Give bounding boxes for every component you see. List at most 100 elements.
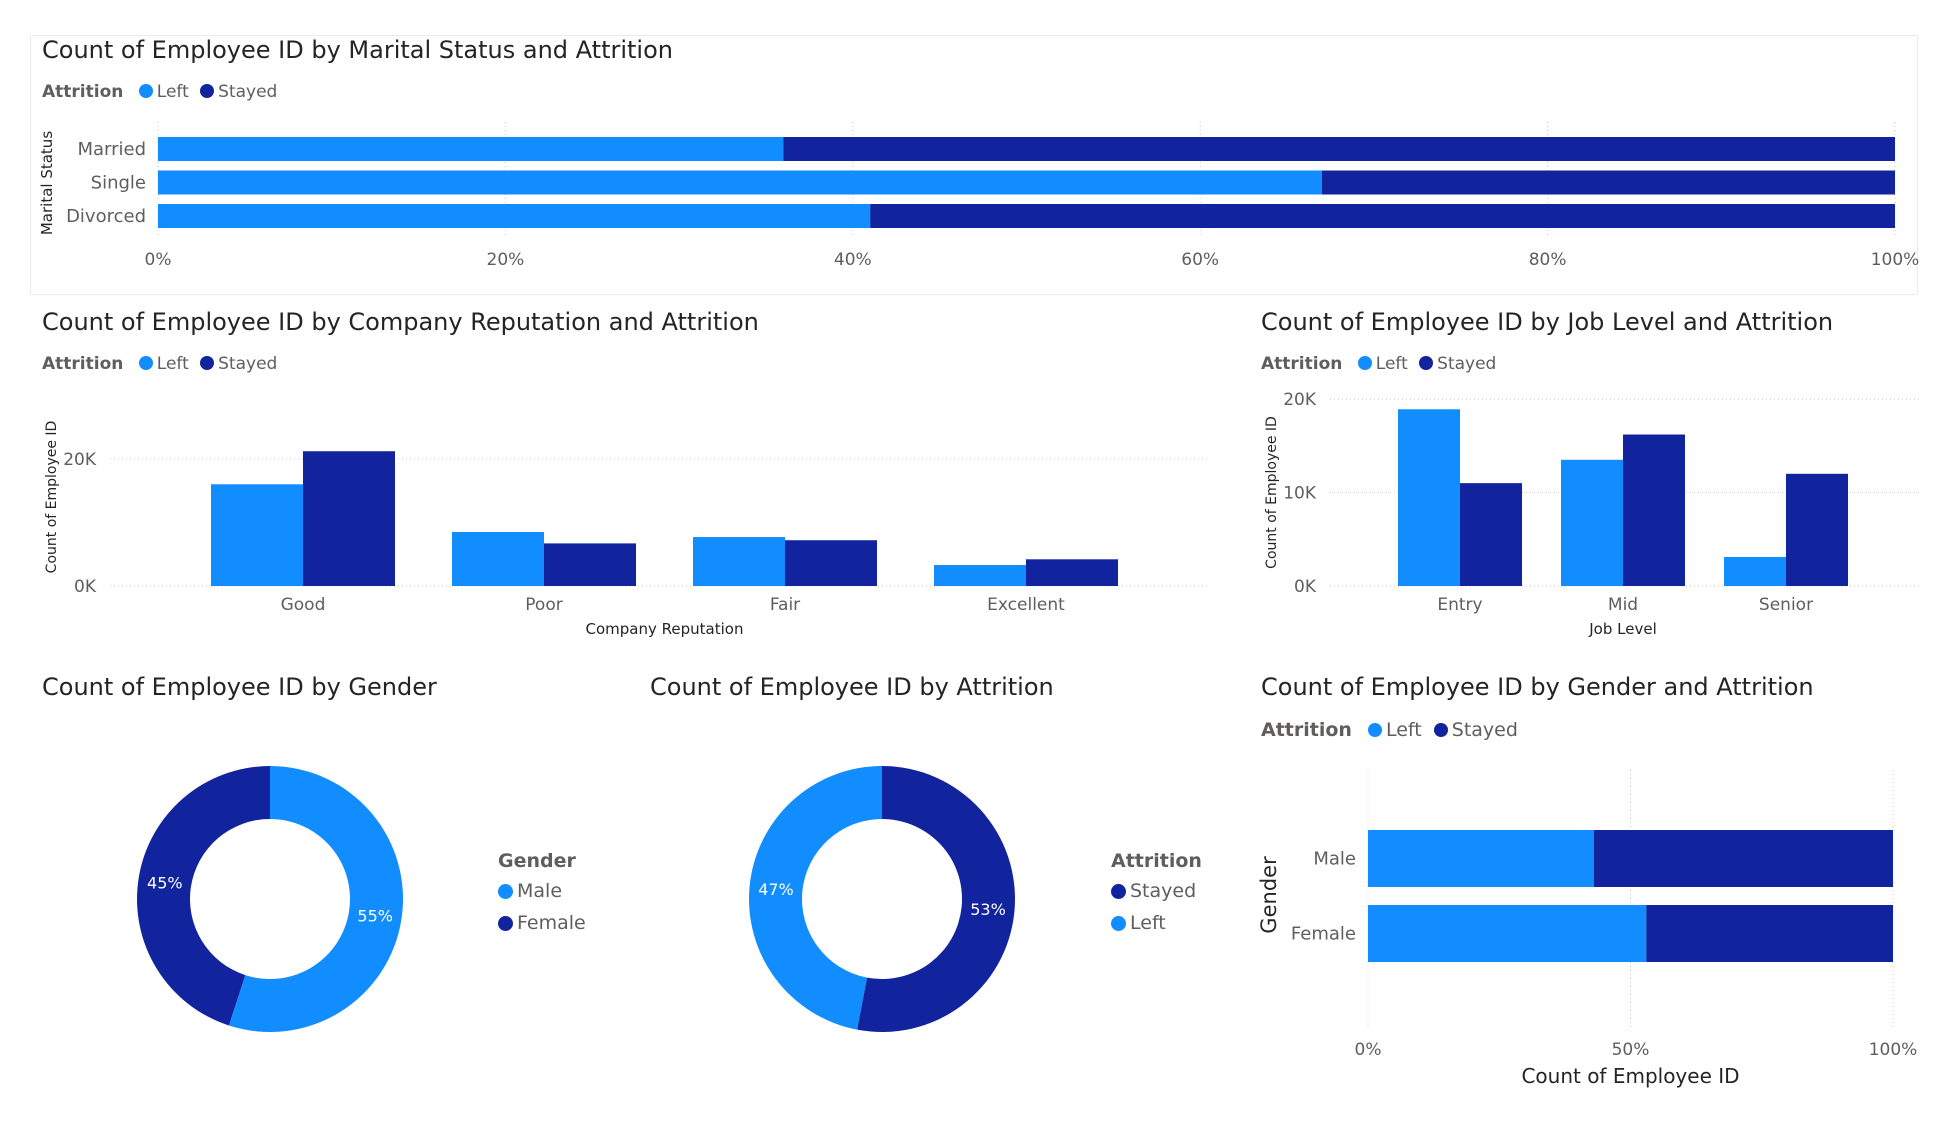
gender-attrition-legend-left[interactable]: Left — [1367, 719, 1422, 741]
bar-stayed-mid — [1623, 434, 1685, 586]
stayed-dot-icon — [1433, 723, 1448, 737]
y-tick-label: 0K — [74, 577, 97, 597]
male-dot-icon — [498, 884, 513, 899]
x-category-label: Good — [281, 595, 326, 615]
bar-stayed-entry — [1460, 483, 1522, 586]
y-category-label: Married — [77, 139, 146, 160]
x-axis-title: Company Reputation — [586, 620, 744, 638]
y-tick-label: 20K — [63, 450, 97, 470]
x-axis-title: Job Level — [1588, 620, 1657, 638]
gender-donut-legend[interactable]: Gender Male Female — [498, 850, 586, 944]
bar-left-excellent — [934, 565, 1026, 586]
attrition-donut-title: Count of Employee ID by Attrition — [650, 673, 1054, 701]
y-category-label: Single — [91, 173, 146, 194]
x-tick-label: 0% — [1355, 1040, 1382, 1060]
joblevel-chart: 0K 10K 20K Entry Mid Senior Job Level Count of … — [1264, 390, 1920, 638]
left-dot-icon — [138, 356, 153, 370]
reputation-legend-stayed[interactable]: Stayed — [200, 354, 277, 374]
left-dot-icon — [1367, 723, 1382, 737]
bar-stayed-excellent — [1026, 559, 1118, 586]
y-category-label: Female — [1291, 924, 1356, 945]
y-category-label: Male — [1313, 849, 1356, 870]
joblevel-legend-stayed[interactable]: Stayed — [1419, 354, 1496, 374]
bar-left-poor — [452, 531, 544, 586]
bar-stayed-divorced — [870, 204, 1896, 228]
bar-stayed-senior — [1786, 473, 1848, 586]
left-dot-icon — [138, 84, 153, 98]
y-axis-title: Gender — [1257, 856, 1281, 934]
reputation-legend[interactable]: Attrition Left Stayed — [42, 354, 283, 374]
bar-stayed-male — [1593, 830, 1893, 887]
bar-left-entry — [1398, 409, 1460, 586]
x-tick-label: 20% — [487, 250, 525, 270]
y-axis-title: Marital Status — [38, 131, 56, 235]
x-tick-label: 40% — [834, 250, 872, 270]
bar-stayed-good — [303, 451, 395, 586]
y-axis-title: Count of Employee ID — [1264, 416, 1280, 569]
gender-attrition-legend-stayed[interactable]: Stayed — [1433, 719, 1518, 741]
x-tick-label: 50% — [1612, 1040, 1650, 1060]
gender-attrition-legend-title: Attrition — [1261, 719, 1352, 741]
bar-stayed-fair — [785, 540, 877, 586]
joblevel-legend-title: Attrition — [1261, 354, 1343, 374]
bar-left-female — [1368, 905, 1647, 962]
x-category-label: Excellent — [987, 595, 1065, 615]
marital-legend-left[interactable]: Left — [138, 82, 189, 102]
gender-donut-legend-male[interactable]: Male — [498, 880, 586, 902]
joblevel-legend-left[interactable]: Left — [1357, 354, 1408, 374]
reputation-legend-left[interactable]: Left — [138, 354, 189, 374]
gender-donut-visual[interactable]: Count of Employee ID by Gender — [42, 673, 602, 713]
y-tick-label: 20K — [1283, 390, 1317, 410]
joblevel-visual[interactable]: Count of Employee ID by Job Level and At… — [1261, 308, 1921, 374]
female-dot-icon — [498, 916, 513, 931]
bar-left-fair — [693, 537, 785, 586]
data-label: 55% — [357, 907, 393, 926]
gender-donut-legend-title: Gender — [498, 850, 576, 872]
bar-stayed-single — [1321, 170, 1895, 195]
joblevel-title: Count of Employee ID by Job Level and At… — [1261, 308, 1834, 336]
bar-stayed-married — [783, 137, 1895, 161]
attrition-donut-visual[interactable]: Count of Employee ID by Attrition — [650, 673, 1210, 713]
x-category-label: Fair — [770, 595, 800, 615]
left-dot-icon — [1111, 916, 1126, 931]
attrition-donut-legend-left[interactable]: Left — [1111, 912, 1202, 934]
data-label: 45% — [147, 873, 183, 892]
marital-chart: 0% 20% 40% 60% 80% 100% Married Single Divorced M… — [38, 122, 1920, 270]
x-tick-label: 100% — [1871, 250, 1920, 270]
y-tick-label: 0K — [1294, 577, 1317, 597]
gender-attrition-chart: 0% 50% 100% Male Female Gender Count of Employ… — [1257, 770, 1918, 1088]
y-axis-title: Count of Employee ID — [44, 421, 60, 574]
stayed-dot-icon — [200, 84, 215, 98]
reputation-title: Count of Employee ID by Company Reputati… — [42, 308, 759, 336]
attrition-donut-legend-stayed[interactable]: Stayed — [1111, 880, 1202, 902]
attrition-donut-legend-title: Attrition — [1111, 850, 1202, 872]
marital-legend-title: Attrition — [42, 82, 124, 102]
gender-attrition-visual[interactable]: Count of Employee ID by Gender and Attri… — [1261, 673, 1921, 741]
bar-left-senior — [1724, 557, 1786, 586]
attrition-donut-legend[interactable]: Attrition Stayed Left — [1111, 850, 1202, 944]
bar-left-mid — [1561, 459, 1623, 586]
x-tick-label: 100% — [1869, 1040, 1918, 1060]
bar-left-single — [158, 170, 1322, 195]
stayed-dot-icon — [200, 356, 215, 370]
gender-donut-legend-female[interactable]: Female — [498, 912, 586, 934]
gender-attrition-title: Count of Employee ID by Gender and Attri… — [1261, 673, 1814, 701]
reputation-visual[interactable]: Count of Employee ID by Company Reputati… — [42, 308, 1222, 374]
marital-legend-stayed[interactable]: Stayed — [200, 82, 277, 102]
left-dot-icon — [1357, 356, 1372, 370]
x-tick-label: 80% — [1529, 250, 1567, 270]
bar-stayed-female — [1646, 905, 1893, 962]
bar-left-married — [158, 137, 784, 161]
stayed-dot-icon — [1419, 356, 1434, 370]
gender-attrition-legend[interactable]: Attrition Left Stayed — [1261, 719, 1524, 741]
bar-left-male — [1368, 830, 1594, 887]
reputation-legend-title: Attrition — [42, 354, 124, 374]
x-category-label: Entry — [1437, 595, 1482, 615]
bar-stayed-poor — [544, 543, 636, 586]
marital-legend[interactable]: Attrition Left Stayed — [42, 82, 283, 102]
joblevel-legend[interactable]: Attrition Left Stayed — [1261, 354, 1502, 374]
y-category-label: Divorced — [66, 206, 146, 227]
bar-left-good — [211, 484, 303, 586]
gender-donut-chart: 55% 45% — [137, 766, 404, 1032]
data-label: 53% — [970, 900, 1006, 919]
